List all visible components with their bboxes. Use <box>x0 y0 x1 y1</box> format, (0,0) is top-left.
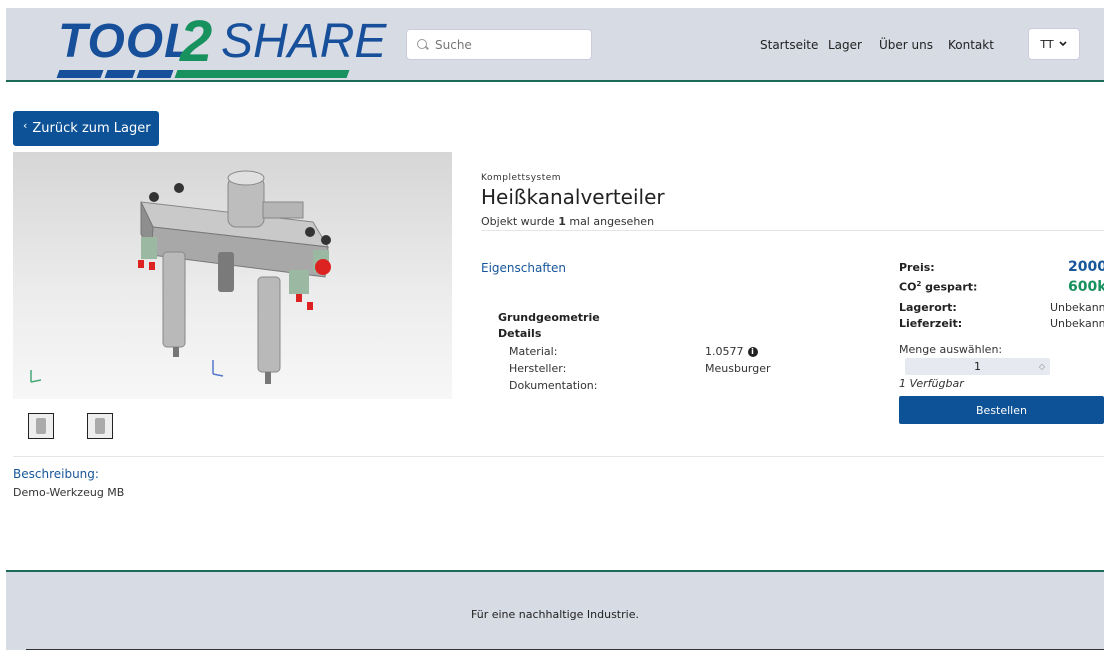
chevron-left-icon: ‹ <box>23 119 28 132</box>
divider <box>13 456 1104 457</box>
footer-slogan: Für eine nachhaltige Industrie. <box>471 608 639 621</box>
part-thumbnail-icon <box>36 418 46 434</box>
logo-bars <box>56 70 350 78</box>
site-footer: Für eine nachhaltige Industrie. <box>6 570 1104 650</box>
quantity-label: Menge auswählen: <box>899 343 1003 356</box>
back-to-stock-button[interactable]: ‹ Zurück zum Lager <box>13 111 159 146</box>
product-render <box>30 170 331 384</box>
co2-value: 600kg <box>1068 279 1104 295</box>
quantity-stepper[interactable]: 1 ◇ <box>905 358 1050 375</box>
view-count-number: 1 <box>558 215 566 228</box>
order-button[interactable]: Bestellen <box>899 396 1104 424</box>
properties-heading: Eigenschaften <box>481 261 567 275</box>
info-icon[interactable]: i <box>747 347 758 357</box>
spinner-icon[interactable]: ◇ <box>1039 358 1045 375</box>
location-label: Lagerort: <box>899 301 957 314</box>
part-thumbnail-icon <box>95 418 105 434</box>
availability-text: 1 Verfügbar <box>899 377 964 390</box>
detail-label-material: Material: <box>509 345 558 358</box>
co2-label: CO2 gespart: <box>899 280 978 294</box>
back-button-label: Zurück zum Lager <box>32 121 151 136</box>
view-count: Objekt wurde 1 mal angesehen <box>481 215 655 228</box>
detail-value-material: 1.0577 i <box>705 345 758 358</box>
chevron-down-icon <box>1059 41 1067 47</box>
delivery-label: Lieferzeit: <box>899 317 963 330</box>
quantity-value: 1 <box>974 360 981 373</box>
price-label: Preis: <box>899 261 935 274</box>
price-value: 2000€ <box>1068 259 1104 275</box>
product-image[interactable] <box>13 152 452 399</box>
search-box[interactable] <box>406 29 592 60</box>
detail-label-documentation: Dokumentation: <box>509 379 598 392</box>
delivery-value: Unbekannt <box>1050 317 1104 330</box>
product-category: Komplettsystem <box>481 173 562 183</box>
thumbnail-2[interactable] <box>87 413 113 439</box>
user-menu-label: TT <box>1040 37 1054 51</box>
search-icon <box>417 38 429 51</box>
description-heading: Beschreibung: <box>13 467 99 481</box>
description-text: Demo-Werkzeug MB <box>13 486 125 499</box>
user-menu-button[interactable]: TT <box>1028 28 1080 60</box>
location-value: Unbekannt <box>1050 301 1104 314</box>
divider <box>481 230 1104 231</box>
site-header: TOOL 2 SHARE Startseite Lager Über uns K… <box>6 8 1104 82</box>
group-heading: Grundgeometrie <box>498 311 600 324</box>
details-heading: Details <box>498 327 542 340</box>
search-input[interactable] <box>435 37 585 52</box>
nav-startseite[interactable]: Startseite <box>760 38 818 52</box>
detail-label-manufacturer: Hersteller: <box>509 362 567 375</box>
nav-ueber-uns[interactable]: Über uns <box>879 38 933 52</box>
logo-text-share: SHARE <box>221 15 387 68</box>
tool2share-logo[interactable]: TOOL 2 SHARE <box>54 9 386 80</box>
nav-lager[interactable]: Lager <box>828 38 862 52</box>
product-title: Heißkanalverteiler <box>481 185 665 209</box>
logo-text-tool: TOOL <box>58 15 195 68</box>
detail-value-manufacturer: Meusburger <box>705 362 771 375</box>
nav-kontakt[interactable]: Kontakt <box>948 38 994 52</box>
logo-text-2: 2 <box>180 9 213 74</box>
thumbnail-1[interactable] <box>28 413 54 439</box>
